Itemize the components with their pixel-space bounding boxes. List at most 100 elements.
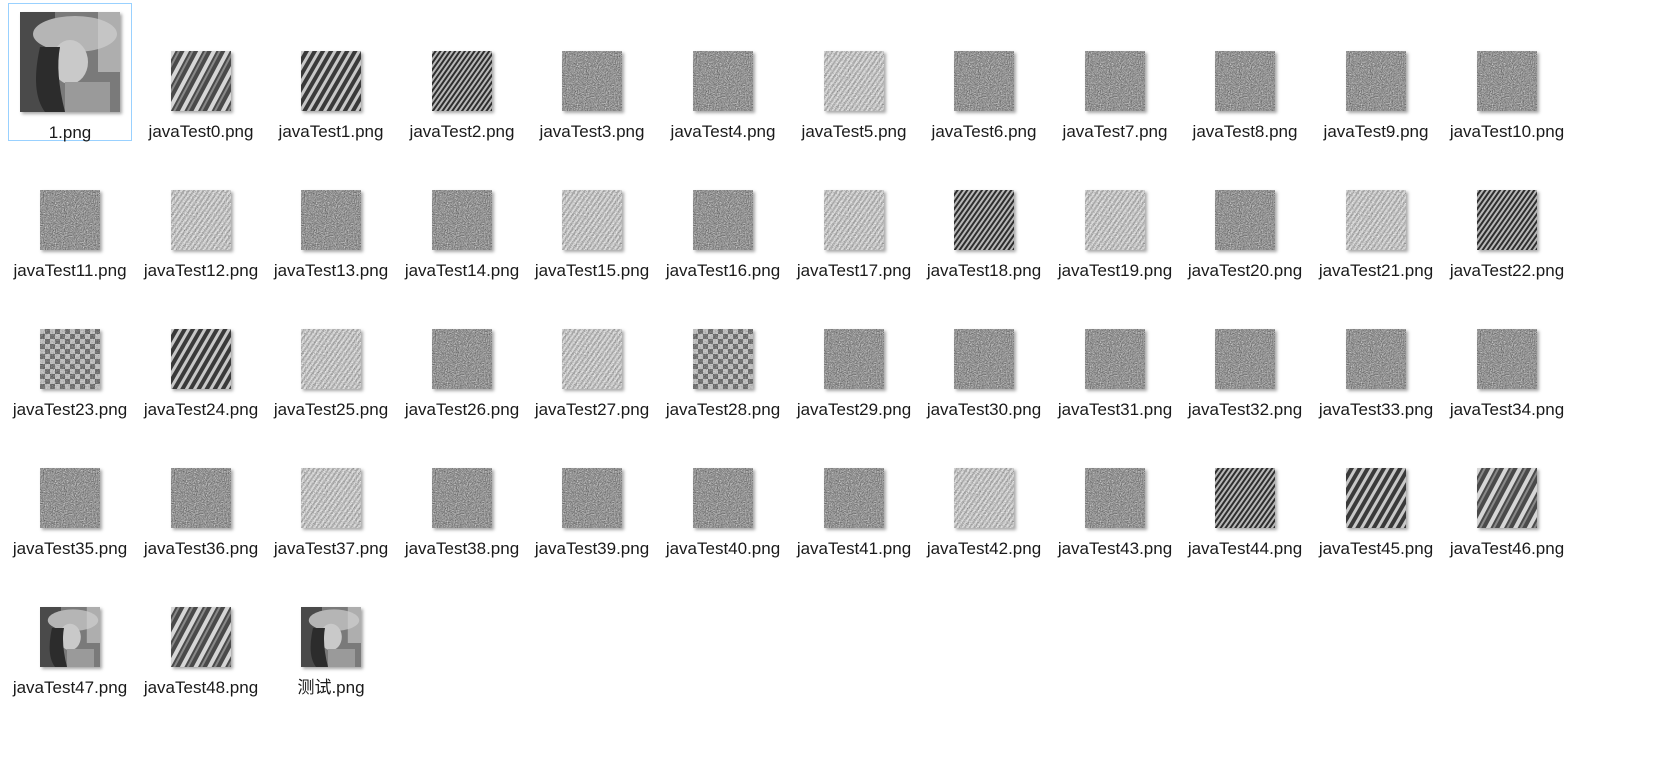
file-item[interactable]: javaTest48.png	[139, 559, 263, 697]
file-thumbnail	[1085, 190, 1145, 250]
file-item[interactable]: javaTest11.png	[8, 142, 132, 280]
file-item[interactable]: javaTest43.png	[1053, 420, 1177, 558]
file-item[interactable]: javaTest20.png	[1183, 142, 1307, 280]
file-item[interactable]: javaTest13.png	[269, 142, 393, 280]
file-item[interactable]: javaTest14.png	[400, 142, 524, 280]
file-thumbnail	[954, 51, 1014, 111]
file-item[interactable]: javaTest30.png	[922, 281, 1046, 419]
file-item[interactable]: javaTest23.png	[8, 281, 132, 419]
file-name-label: javaTest5.png	[801, 122, 907, 141]
file-name-label: javaTest7.png	[1062, 122, 1168, 141]
file-item[interactable]: javaTest41.png	[792, 420, 916, 558]
file-item[interactable]: javaTest35.png	[8, 420, 132, 558]
file-thumbnail	[171, 190, 231, 250]
file-thumbnail	[693, 468, 753, 528]
file-name-label: javaTest27.png	[534, 400, 650, 419]
file-name-label: javaTest10.png	[1449, 122, 1565, 141]
file-item[interactable]: javaTest32.png	[1183, 281, 1307, 419]
file-item[interactable]: javaTest24.png	[139, 281, 263, 419]
file-name-label: javaTest39.png	[534, 539, 650, 558]
file-item[interactable]: javaTest26.png	[400, 281, 524, 419]
file-name-label: javaTest29.png	[796, 400, 912, 419]
file-thumbnail	[1477, 51, 1537, 111]
file-name-label: javaTest16.png	[665, 261, 781, 280]
file-item[interactable]: javaTest7.png	[1053, 3, 1177, 141]
file-name-label: javaTest9.png	[1323, 122, 1429, 141]
file-name-label: javaTest22.png	[1449, 261, 1565, 280]
file-name-label: javaTest36.png	[143, 539, 259, 558]
file-thumbnail	[693, 190, 753, 250]
file-item[interactable]: javaTest21.png	[1314, 142, 1438, 280]
file-name-label: javaTest0.png	[148, 122, 254, 141]
file-item[interactable]: javaTest1.png	[269, 3, 393, 141]
file-name-label: 测试.png	[297, 678, 365, 697]
file-item[interactable]: javaTest37.png	[269, 420, 393, 558]
file-item[interactable]: javaTest3.png	[530, 3, 654, 141]
file-thumbnail	[301, 329, 361, 389]
file-item[interactable]: 测试.png	[269, 559, 393, 697]
file-name-label: javaTest8.png	[1192, 122, 1298, 141]
file-thumbnail	[40, 190, 100, 250]
file-thumbnail	[301, 51, 361, 111]
file-item[interactable]: javaTest25.png	[269, 281, 393, 419]
file-name-label: javaTest23.png	[12, 400, 128, 419]
file-item[interactable]: javaTest31.png	[1053, 281, 1177, 419]
file-thumbnail	[1477, 329, 1537, 389]
file-item[interactable]: javaTest28.png	[661, 281, 785, 419]
file-thumbnail	[1085, 51, 1145, 111]
file-item[interactable]: javaTest42.png	[922, 420, 1046, 558]
file-item[interactable]: javaTest36.png	[139, 420, 263, 558]
file-item[interactable]: javaTest10.png	[1445, 3, 1569, 141]
file-item[interactable]: javaTest45.png	[1314, 420, 1438, 558]
file-thumbnail	[301, 468, 361, 528]
file-item[interactable]: javaTest19.png	[1053, 142, 1177, 280]
file-thumbnail	[1346, 51, 1406, 111]
file-item[interactable]: javaTest15.png	[530, 142, 654, 280]
file-name-label: javaTest24.png	[143, 400, 259, 419]
file-thumbnail	[1346, 329, 1406, 389]
file-name-label: javaTest43.png	[1057, 539, 1173, 558]
file-thumbnail	[1085, 329, 1145, 389]
file-name-label: javaTest33.png	[1318, 400, 1434, 419]
file-name-label: javaTest6.png	[931, 122, 1037, 141]
file-thumbnail	[1215, 468, 1275, 528]
file-name-label: javaTest48.png	[143, 678, 259, 697]
file-item[interactable]: javaTest6.png	[922, 3, 1046, 141]
file-name-label: javaTest34.png	[1449, 400, 1565, 419]
file-item[interactable]: 1.png	[8, 3, 132, 142]
file-item[interactable]: javaTest4.png	[661, 3, 785, 141]
file-name-label: javaTest20.png	[1187, 261, 1303, 280]
file-item[interactable]: javaTest39.png	[530, 420, 654, 558]
file-thumbnail	[1215, 51, 1275, 111]
file-name-label: javaTest21.png	[1318, 261, 1434, 280]
file-item[interactable]: javaTest33.png	[1314, 281, 1438, 419]
file-item[interactable]: javaTest29.png	[792, 281, 916, 419]
file-item[interactable]: javaTest47.png	[8, 559, 132, 697]
file-thumbnail	[824, 51, 884, 111]
file-item[interactable]: javaTest46.png	[1445, 420, 1569, 558]
file-item[interactable]: javaTest34.png	[1445, 281, 1569, 419]
file-item[interactable]: javaTest38.png	[400, 420, 524, 558]
file-item[interactable]: javaTest40.png	[661, 420, 785, 558]
file-item[interactable]: javaTest27.png	[530, 281, 654, 419]
file-item[interactable]: javaTest2.png	[400, 3, 524, 141]
file-item[interactable]: javaTest12.png	[139, 142, 263, 280]
file-item[interactable]: javaTest17.png	[792, 142, 916, 280]
file-thumbnail	[1215, 329, 1275, 389]
file-item[interactable]: javaTest5.png	[792, 3, 916, 141]
file-name-label: javaTest13.png	[273, 261, 389, 280]
file-item[interactable]: javaTest16.png	[661, 142, 785, 280]
file-thumbnail	[301, 607, 361, 667]
file-name-label: javaTest18.png	[926, 261, 1042, 280]
file-item[interactable]: javaTest22.png	[1445, 142, 1569, 280]
file-name-label: javaTest15.png	[534, 261, 650, 280]
file-item[interactable]: javaTest18.png	[922, 142, 1046, 280]
file-item[interactable]: javaTest8.png	[1183, 3, 1307, 141]
file-thumbnail	[824, 329, 884, 389]
file-item[interactable]: javaTest9.png	[1314, 3, 1438, 141]
file-item[interactable]: javaTest44.png	[1183, 420, 1307, 558]
file-thumbnail	[432, 190, 492, 250]
file-thumbnail	[432, 468, 492, 528]
file-item[interactable]: javaTest0.png	[139, 3, 263, 141]
file-thumbnail	[693, 329, 753, 389]
